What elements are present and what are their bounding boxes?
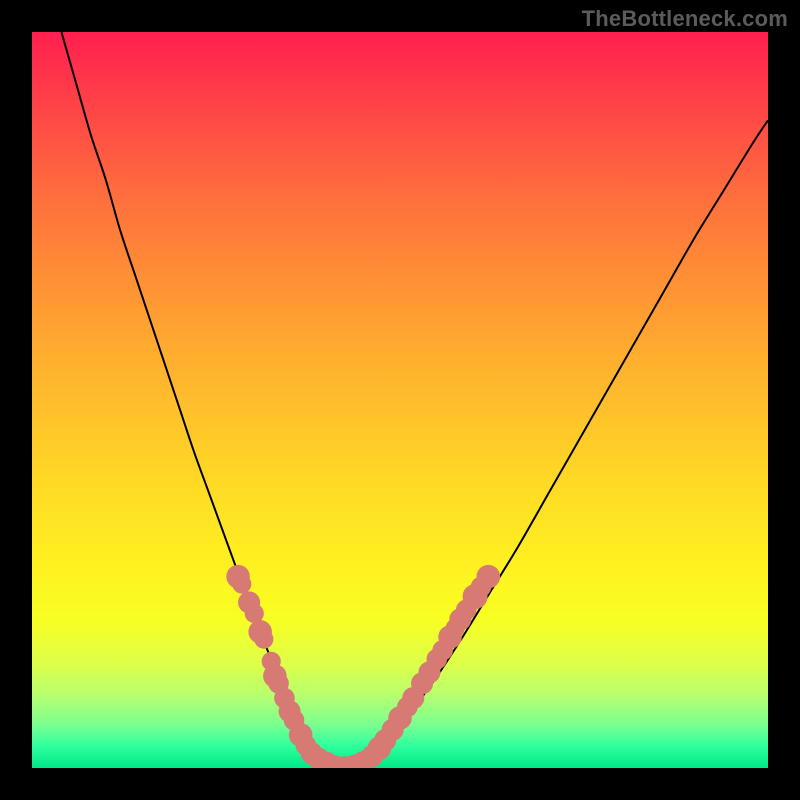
plot-area bbox=[32, 32, 768, 768]
chart-stage: TheBottleneck.com bbox=[0, 0, 800, 800]
curve-marker bbox=[477, 565, 501, 589]
curve-markers bbox=[226, 565, 500, 768]
watermark-text: TheBottleneck.com bbox=[582, 6, 788, 32]
curve-marker bbox=[254, 630, 273, 649]
bottleneck-curve bbox=[61, 32, 768, 768]
curve-marker bbox=[232, 574, 251, 593]
curve-svg bbox=[32, 32, 768, 768]
